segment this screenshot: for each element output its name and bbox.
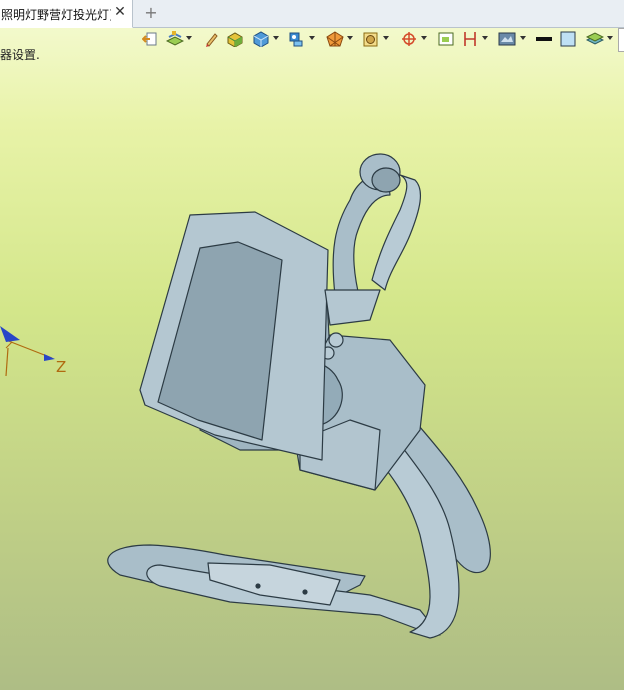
- new-tab-button[interactable]: +: [142, 4, 160, 22]
- handle-joint: [324, 289, 381, 326]
- display-mode-icon[interactable]: [288, 29, 316, 51]
- view-toolbar: [140, 29, 624, 51]
- document-tab-title: 照明灯野营灯投光灯]: [1, 8, 111, 22]
- floodlight-model[interactable]: [90, 140, 510, 650]
- status-hint-text: 器设置.: [0, 48, 40, 62]
- close-tab-icon[interactable]: ✕: [113, 5, 127, 19]
- layer-stack-dropdown-icon[interactable]: [607, 36, 613, 40]
- shaded-box-icon[interactable]: [226, 29, 244, 51]
- triad-z-label: Z: [56, 358, 67, 376]
- section-view-icon[interactable]: [362, 29, 390, 51]
- display-mode-dropdown-icon[interactable]: [309, 36, 315, 40]
- line-style-icon[interactable]: [536, 29, 554, 51]
- exit-sketch-icon[interactable]: [142, 29, 160, 51]
- fit-view-icon[interactable]: [438, 29, 456, 51]
- document-tab[interactable]: 照明灯野营灯投光灯] ✕: [0, 0, 133, 28]
- triad-x-arrow: [0, 326, 20, 342]
- triad-y-axis: [5, 347, 9, 377]
- section-view-dropdown-icon[interactable]: [383, 36, 389, 40]
- layers-dropdown-icon[interactable]: [186, 36, 192, 40]
- orient-triad-icon[interactable]: [400, 29, 428, 51]
- background-color-icon[interactable]: [560, 29, 578, 51]
- orientation-triad: [0, 326, 55, 377]
- orient-triad-dropdown-icon[interactable]: [421, 36, 427, 40]
- screw-top: [328, 332, 344, 348]
- dimension-icon[interactable]: [462, 29, 490, 51]
- toolbar-overflow-handle[interactable]: [618, 28, 624, 52]
- layer-stack-icon[interactable]: [586, 29, 614, 51]
- triad-tick: [5, 341, 13, 349]
- document-tab-bar: 照明灯野营灯投光灯] ✕ +: [0, 0, 624, 28]
- layers-icon[interactable]: [166, 29, 194, 51]
- pencil-icon[interactable]: [204, 29, 220, 51]
- render-sphere-icon[interactable]: [326, 29, 354, 51]
- screen-capture-dropdown-icon[interactable]: [520, 36, 526, 40]
- dimension-dropdown-icon[interactable]: [482, 36, 488, 40]
- triad-z-arrowhead: [44, 354, 55, 361]
- cube-view-icon[interactable]: [252, 29, 280, 51]
- cube-view-dropdown-icon[interactable]: [273, 36, 279, 40]
- screen-capture-icon[interactable]: [498, 29, 528, 51]
- render-sphere-dropdown-icon[interactable]: [347, 36, 353, 40]
